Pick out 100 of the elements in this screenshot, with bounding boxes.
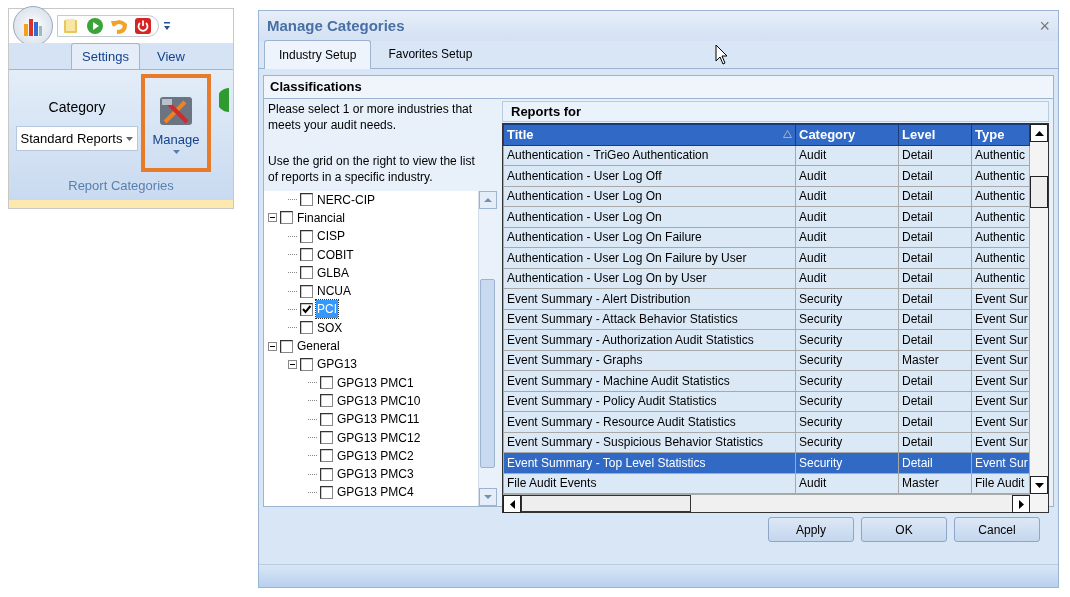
column-header[interactable]: Level <box>898 124 972 145</box>
table-row[interactable]: Authentication - User Log On by User Audit Detail Authentic <box>503 268 1030 289</box>
tree-item[interactable]: General <box>296 337 341 355</box>
table-row[interactable]: Event Summary - Top Level Statistics Security Detail Event Sur <box>503 452 1030 473</box>
customize-toolbar-icon[interactable] <box>163 20 171 32</box>
table-row[interactable]: Authentication - User Log On Failure Audit Detail Authentic <box>503 227 1030 248</box>
tree-item[interactable]: NERC-CIP <box>316 190 376 209</box>
category-dropdown[interactable]: Standard Reports <box>15 125 139 152</box>
checkbox[interactable] <box>320 394 333 408</box>
table-row[interactable]: Event Summary - Resource Audit Statistics Security Detail Event Sur <box>503 411 1030 432</box>
ribbon-tab[interactable]: View <box>146 42 196 69</box>
table-row[interactable]: Authentication - User Log Off Audit Detail Authentic <box>503 165 1030 186</box>
down-arrow-icon <box>484 495 492 499</box>
checkbox[interactable] <box>300 229 313 243</box>
dialog-tab[interactable]: Favorites Setup <box>373 39 488 68</box>
scroll-left-button[interactable] <box>503 495 521 513</box>
column-header[interactable]: Type <box>971 124 1030 145</box>
table-cell: Event Summary - Attack Behavior Statistics <box>503 309 796 330</box>
table-row[interactable]: Event Summary - Machine Audit Statistics Security Detail Event Sur <box>503 370 1030 391</box>
tree-item[interactable]: GPG13 PMC4 <box>336 483 415 502</box>
checkbox[interactable] <box>320 449 333 463</box>
column-header[interactable]: Category <box>795 124 899 145</box>
tree-item[interactable]: GLBA <box>316 263 350 282</box>
checkbox[interactable] <box>320 467 333 481</box>
play-icon[interactable] <box>86 17 104 35</box>
column-header[interactable]: Title <box>503 124 796 145</box>
scroll-thumb[interactable] <box>521 495 691 512</box>
scroll-thumb[interactable] <box>480 278 495 468</box>
tree-item[interactable]: GPG13 PMC3 <box>336 465 415 484</box>
checkbox[interactable] <box>300 248 313 262</box>
dialog-tab[interactable]: Industry Setup <box>264 40 372 69</box>
tree-item[interactable]: CISP <box>316 227 346 246</box>
section-header: Classifications <box>264 76 1053 99</box>
tree-item[interactable]: GPG13 <box>316 355 359 374</box>
table-cell: Event Summary - Suspicious Behavior Statistics <box>503 432 796 453</box>
dialog-button[interactable]: Apply <box>768 517 854 542</box>
checkbox[interactable] <box>300 284 313 298</box>
caret-icon <box>172 149 180 154</box>
tree-item[interactable]: GPG13 PMC2 <box>336 446 415 465</box>
category-label: Category <box>48 97 106 117</box>
table-cell: Authentication - User Log On Failure by User <box>503 247 796 268</box>
checkbox[interactable] <box>320 412 333 426</box>
dialog-button[interactable]: OK <box>861 517 947 542</box>
table-row[interactable]: Authentication - User Log On Failure by User Audit Detail Authentic <box>503 247 1030 268</box>
table-row[interactable]: Authentication - TriGeo Authentication Audit Detail Authentic <box>503 145 1030 166</box>
scroll-up-button[interactable] <box>1030 124 1048 142</box>
up-arrow-icon <box>1034 130 1044 136</box>
checkbox[interactable] <box>320 485 333 499</box>
checkbox[interactable] <box>300 193 313 207</box>
checkbox[interactable] <box>280 339 293 353</box>
table-row[interactable]: Event Summary - Attack Behavior Statistics Security Detail Event Sur <box>503 309 1030 330</box>
table-cell: Event Summary - Authorization Audit Statistics <box>503 329 796 350</box>
app-menu-button[interactable] <box>13 6 53 46</box>
dropdown-arrow-icon <box>126 136 134 141</box>
table-cell: Event Summary - Resource Audit Statistics <box>503 411 796 432</box>
checkbox[interactable] <box>320 431 333 444</box>
tree-item[interactable]: Financial <box>296 208 347 227</box>
table-row[interactable]: Event Summary - Policy Audit Statistics Security Detail Event Sur <box>503 391 1030 412</box>
checkbox[interactable] <box>300 302 313 316</box>
table-cell: Event Summary - Alert Distribution <box>503 288 796 309</box>
scroll-down-button[interactable] <box>1030 476 1048 494</box>
scroll-right-button[interactable] <box>1012 495 1030 513</box>
collapse-icon[interactable] <box>268 213 277 223</box>
tree-item[interactable]: GPG13 PMC12 <box>336 428 422 447</box>
window-title: Manage Categories <box>267 15 405 36</box>
table-row[interactable]: Event Summary - Authorization Audit Statistics Security Detail Event Sur <box>503 329 1030 350</box>
table-cell: Authentication - User Log On <box>503 186 796 207</box>
collapse-icon[interactable] <box>268 341 277 351</box>
close-button[interactable]: × <box>1039 12 1050 40</box>
right-arrow-icon <box>1018 499 1024 509</box>
table-cell: Event Summary - Graphs <box>503 350 796 371</box>
table-row[interactable]: Authentication - User Log On Audit Detail Authentic <box>503 186 1030 207</box>
instruction-text: Use the grid on the right to view the list of reports in a specific industry. <box>267 152 476 186</box>
checkbox[interactable] <box>300 321 313 335</box>
up-arrow-icon <box>484 197 492 202</box>
checkbox[interactable] <box>300 266 313 280</box>
checkbox[interactable] <box>300 357 313 371</box>
ribbon-tab[interactable]: Settings <box>71 42 140 69</box>
group-title: Report Categories <box>67 177 175 195</box>
power-icon[interactable] <box>134 17 152 35</box>
table-row[interactable]: Event Summary - Alert Distribution Security Detail Event Sur <box>503 288 1030 309</box>
checkbox[interactable] <box>320 376 333 390</box>
tree-item[interactable]: SOX <box>316 318 344 337</box>
tree-item[interactable]: COBIT <box>316 245 355 264</box>
tree-item[interactable]: NCUA <box>316 282 352 301</box>
table-cell: Authentication - User Log Off <box>503 165 796 186</box>
scroll-thumb[interactable] <box>1030 176 1048 208</box>
instruction-text: Please select 1 or more industries that meets your audit needs. <box>267 100 474 134</box>
tree-item[interactable]: GPG13 PMC1 <box>336 373 415 392</box>
table-row[interactable]: Authentication - User Log On Audit Detail Authentic <box>503 206 1030 227</box>
table-row[interactable]: File Audit Events Audit Master File Audit <box>503 473 1030 494</box>
tree-item[interactable]: GPG13 PMC10 <box>336 391 422 410</box>
table-row[interactable]: Event Summary - Suspicious Behavior Statistics Security Detail Event Sur <box>503 432 1030 453</box>
mouse-cursor-icon <box>715 44 729 66</box>
table-row[interactable]: Event Summary - Graphs Security Master Event Sur <box>503 350 1030 371</box>
tree-item[interactable]: GPG13 PMC11 <box>336 410 421 429</box>
manage-button[interactable]: Manage <box>141 74 211 172</box>
checkbox[interactable] <box>280 211 293 225</box>
dialog-button[interactable]: Cancel <box>954 517 1040 542</box>
collapse-icon[interactable] <box>288 359 297 369</box>
